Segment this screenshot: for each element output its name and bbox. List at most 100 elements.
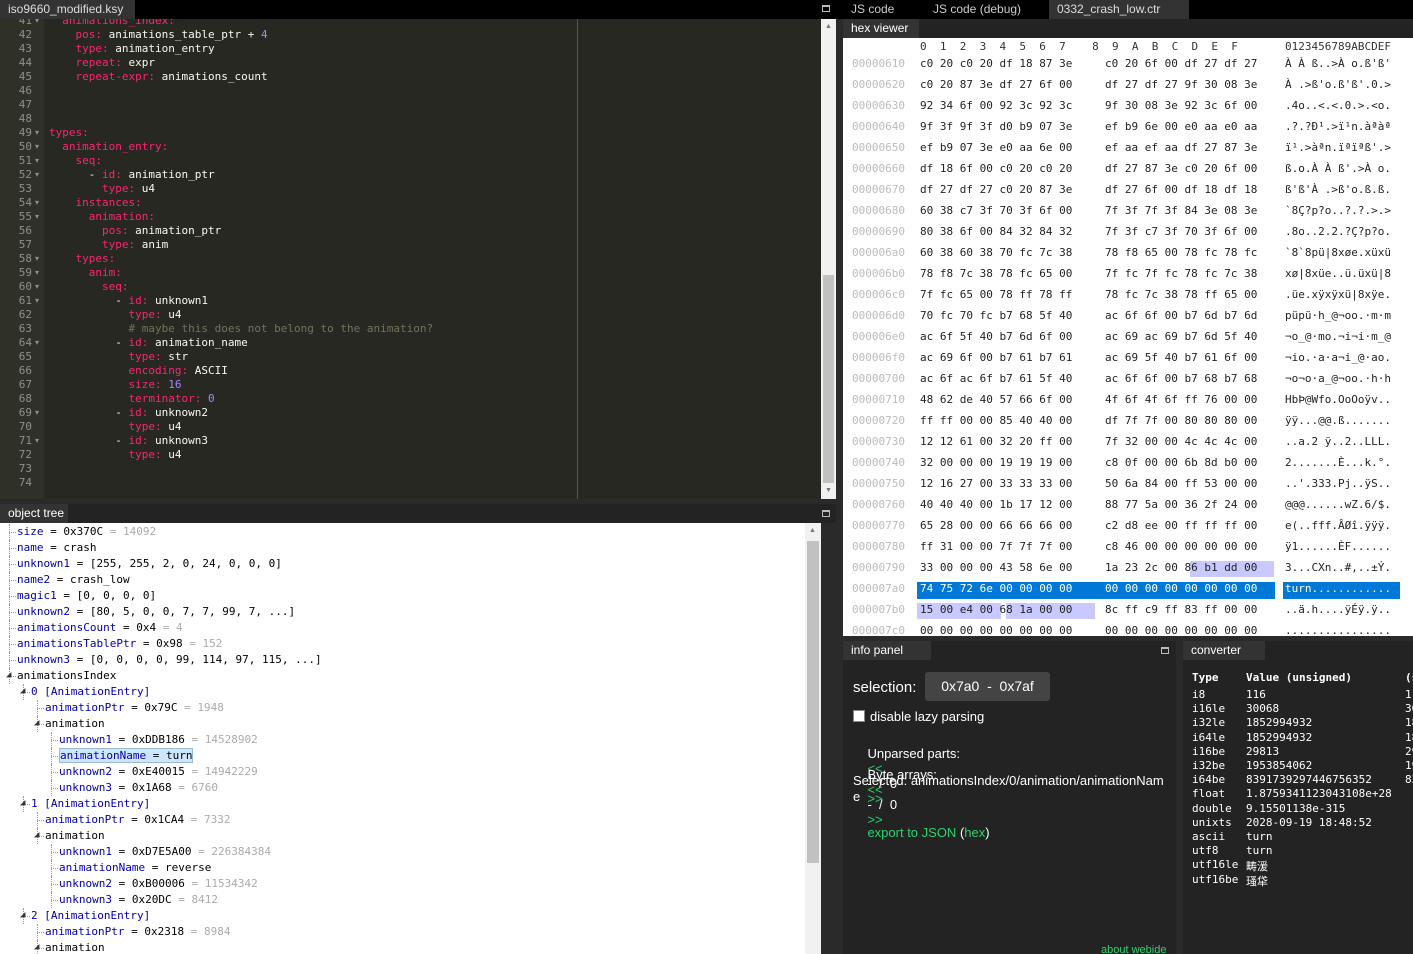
hex-bytes-right[interactable]: 88 77 5a 00 36 2f 24 00: [1105, 498, 1257, 511]
tree-node[interactable]: 0 [AnimationEntry]: [31, 684, 150, 700]
hex-ascii[interactable]: À À ß..>À o.ß'ß': [1285, 57, 1391, 70]
hex-ascii[interactable]: ß.o.À À ß'.>À o.: [1285, 162, 1391, 175]
tree-scrollbar[interactable]: ▲: [805, 523, 821, 954]
fold-toggle-icon[interactable]: ▾: [35, 408, 39, 417]
tree-node[interactable]: 1 [AnimationEntry]: [31, 796, 150, 812]
hex-bytes-left[interactable]: c0 20 87 3e df 27 6f 00: [920, 78, 1072, 91]
tree-node[interactable]: unknown1 = 0xD7E5A00 = 226384384: [59, 844, 271, 860]
hex-ascii[interactable]: püpü·h_@¬oo.·m·m: [1285, 309, 1391, 322]
editor-scrollbar[interactable]: ▲ ▼: [821, 19, 836, 499]
hex-bytes-left[interactable]: 60 38 60 38 70 fc 7c 38: [920, 246, 1072, 259]
hex-bytes-right[interactable]: 8c ff c9 ff 83 ff 00 00: [1105, 603, 1257, 616]
hex-bytes-right[interactable]: 7f 3f c7 3f 70 3f 6f 00: [1105, 225, 1257, 238]
tree-node[interactable]: unknown1 = [255, 255, 2, 0, 24, 0, 0, 0]: [17, 556, 282, 572]
tree-node[interactable]: animationPtr = 0x1CA4 = 7332: [45, 812, 230, 828]
hex-bytes-right[interactable]: 78 f8 65 00 78 fc 78 fc: [1105, 246, 1257, 259]
hex-bytes-right[interactable]: c8 0f 00 00 6b 8d b0 00: [1105, 456, 1257, 469]
hex-ascii[interactable]: ..'.333.Pj..ÿS..: [1285, 477, 1391, 490]
hex-bytes-left[interactable]: 40 40 40 00 1b 17 12 00: [920, 498, 1072, 511]
hex-bytes-left[interactable]: 7f fc 65 00 78 ff 78 ff: [920, 288, 1072, 301]
hex-ascii[interactable]: .üe.xÿxÿxü|8xÿe.: [1285, 288, 1391, 301]
fold-toggle-icon[interactable]: ▾: [35, 268, 39, 277]
tab-hex-viewer[interactable]: hex viewer: [843, 19, 919, 38]
ksy-code-editor[interactable]: 41 ▾ animations_index: 42 pos: animations_…: [0, 19, 821, 499]
tree-node[interactable]: animationPtr = 0x2318 = 8984: [45, 924, 230, 940]
hex-bytes-left[interactable]: 00 00 00 00 00 00 00 00: [920, 624, 1072, 636]
hex-ascii[interactable]: ¬io.·a·a¬i_@·ao.: [1285, 351, 1391, 364]
hex-bytes-right[interactable]: ac 69 ac 69 b7 6d 5f 40: [1105, 330, 1257, 343]
tree-node[interactable]: animationName = turn: [59, 748, 194, 764]
tree-node[interactable]: size = 0x370C = 14092: [17, 524, 156, 540]
tab-binary-file[interactable]: 0332_crash_low.ctr: [1049, 0, 1189, 19]
hex-bytes-right[interactable]: 00 00 00 00 00 00 00 00: [1105, 624, 1257, 636]
hex-bytes-right[interactable]: 1a 23 2c 00 86 b1 dd 00: [1105, 561, 1257, 574]
hex-ascii[interactable]: ß'ß'À .>ß'o.ß.ß.: [1285, 183, 1391, 196]
hex-bytes-right[interactable]: 7f 32 00 00 4c 4c 4c 00: [1105, 435, 1257, 448]
hex-bytes-left[interactable]: 9f 3f 9f 3f d0 b9 07 3e: [920, 120, 1072, 133]
scroll-up-icon[interactable]: ▲: [809, 527, 816, 534]
tree-node[interactable]: unknown3 = 0x1A68 = 6760: [59, 780, 218, 796]
hex-bytes-right[interactable]: df 27 df 27 9f 30 08 3e: [1105, 78, 1257, 91]
hex-ascii[interactable]: ..a.2 ÿ..2..LLL.: [1285, 435, 1391, 448]
hex-ascii[interactable]: .?.?Ð¹.>ï¹n.àªàª: [1285, 120, 1391, 133]
maximize-icon[interactable]: [822, 510, 830, 517]
fold-toggle-icon[interactable]: ▾: [35, 296, 39, 305]
hex-bytes-left[interactable]: ef b9 07 3e e0 aa 6e 00: [920, 141, 1072, 154]
hex-bytes-left[interactable]: c0 20 c0 20 df 18 87 3e: [920, 57, 1072, 70]
hex-bytes-right[interactable]: c0 20 6f 00 df 27 df 27: [1105, 57, 1257, 70]
tree-node[interactable]: unknown2 = 0xB00006 = 11534342: [59, 876, 258, 892]
tree-node[interactable]: animationsCount = 0x4 = 4: [17, 620, 183, 636]
hex-bytes-right[interactable]: ef b9 6e 00 e0 aa e0 aa: [1105, 120, 1257, 133]
tab-ksy-file[interactable]: iso9660_modified.ksy: [0, 0, 135, 19]
hex-viewer[interactable]: 0 1 2 3 4 5 6 7 8 9 A B C D E F 01234567…: [843, 38, 1413, 636]
hex-bytes-left[interactable]: 15 00 e4 00 68 1a 00 00: [920, 603, 1072, 616]
hex-bytes-right[interactable]: 7f 3f 7f 3f 84 3e 08 3e: [1105, 204, 1257, 217]
expand-toggle-icon[interactable]: ◢: [34, 827, 39, 843]
export-json-link[interactable]: export to JSON: [867, 825, 956, 840]
hex-ascii[interactable]: ¬o_@·mo.¬i¬i·m_@: [1285, 330, 1391, 343]
expand-toggle-icon[interactable]: ◢: [34, 939, 39, 954]
tree-node[interactable]: unknown1 = 0xDDB186 = 14528902: [59, 732, 258, 748]
hex-ascii[interactable]: ÿ1......ÈF......: [1285, 540, 1391, 553]
hex-bytes-left[interactable]: 70 fc 70 fc b7 68 5f 40: [920, 309, 1072, 322]
hex-ascii[interactable]: 2.......È...k.°.: [1285, 456, 1391, 469]
hex-bytes-left[interactable]: df 18 6f 00 c0 20 c0 20: [920, 162, 1072, 175]
tree-node[interactable]: unknown3 = [0, 0, 0, 0, 99, 114, 97, 115…: [17, 652, 322, 668]
hex-bytes-left[interactable]: ac 6f 5f 40 b7 6d 6f 00: [920, 330, 1072, 343]
maximize-icon[interactable]: [822, 5, 830, 12]
fold-toggle-icon[interactable]: ▾: [35, 254, 39, 263]
fold-toggle-icon[interactable]: ▾: [35, 156, 39, 165]
hex-bytes-left[interactable]: 12 16 27 00 33 33 33 00: [920, 477, 1072, 490]
scroll-up-icon[interactable]: ▲: [825, 23, 832, 30]
tree-node[interactable]: name2 = crash_low: [17, 572, 130, 588]
fold-toggle-icon[interactable]: ▾: [35, 436, 39, 445]
hex-ascii[interactable]: ï¹.>àªn.ïªïªß'.>: [1285, 141, 1391, 154]
hex-bytes-left[interactable]: ff ff 00 00 85 40 40 00: [920, 414, 1072, 427]
hex-ascii[interactable]: .4o..<.<.0.>.<o.: [1285, 99, 1391, 112]
hex-ascii[interactable]: .8o..2.2.?Ç?p?o.: [1285, 225, 1391, 238]
hex-bytes-left[interactable]: ac 69 6f 00 b7 61 b7 61: [920, 351, 1072, 364]
hex-bytes-left[interactable]: 78 f8 7c 38 78 fc 65 00: [920, 267, 1072, 280]
fold-toggle-icon[interactable]: ▾: [35, 212, 39, 221]
export-hex-link[interactable]: hex: [964, 825, 985, 840]
hex-bytes-left[interactable]: 92 34 6f 00 92 3c 92 3c: [920, 99, 1072, 112]
hex-ascii[interactable]: ¬o¬o·a_@¬oo.·h·h: [1285, 372, 1391, 385]
selection-range[interactable]: 0x7a0 - 0x7af: [925, 672, 1050, 701]
tree-node[interactable]: animationsIndex: [17, 668, 116, 684]
tree-node[interactable]: 2 [AnimationEntry]: [31, 908, 150, 924]
tab-object-tree[interactable]: object tree: [0, 504, 68, 523]
hex-bytes-left[interactable]: 33 00 00 00 43 58 6e 00: [920, 561, 1072, 574]
hex-ascii[interactable]: `8Ç?p?o..?.?.>.>: [1285, 204, 1391, 217]
hex-bytes-left[interactable]: df 27 df 27 c0 20 87 3e: [920, 183, 1072, 196]
tree-node[interactable]: animation: [45, 716, 105, 732]
hex-bytes-left[interactable]: 48 62 de 40 57 66 6f 00: [920, 393, 1072, 406]
hex-bytes-right[interactable]: 00 00 00 00 00 00 00 00: [1105, 582, 1257, 595]
fold-toggle-icon[interactable]: ▾: [35, 338, 39, 347]
editor-scroll-thumb[interactable]: [823, 275, 834, 483]
hex-bytes-right[interactable]: ac 69 5f 40 b7 61 6f 00: [1105, 351, 1257, 364]
hex-bytes-right[interactable]: df 27 6f 00 df 18 df 18: [1105, 183, 1257, 196]
hex-ascii[interactable]: À .>ß'o.ß'ß'.0.>: [1285, 78, 1391, 91]
tree-node[interactable]: animationsTablePtr = 0x98 = 152: [17, 636, 222, 652]
hex-ascii[interactable]: `8`8pü|8xøe.xüxü: [1285, 246, 1391, 259]
hex-bytes-left[interactable]: ff 31 00 00 7f 7f 7f 00: [920, 540, 1072, 553]
